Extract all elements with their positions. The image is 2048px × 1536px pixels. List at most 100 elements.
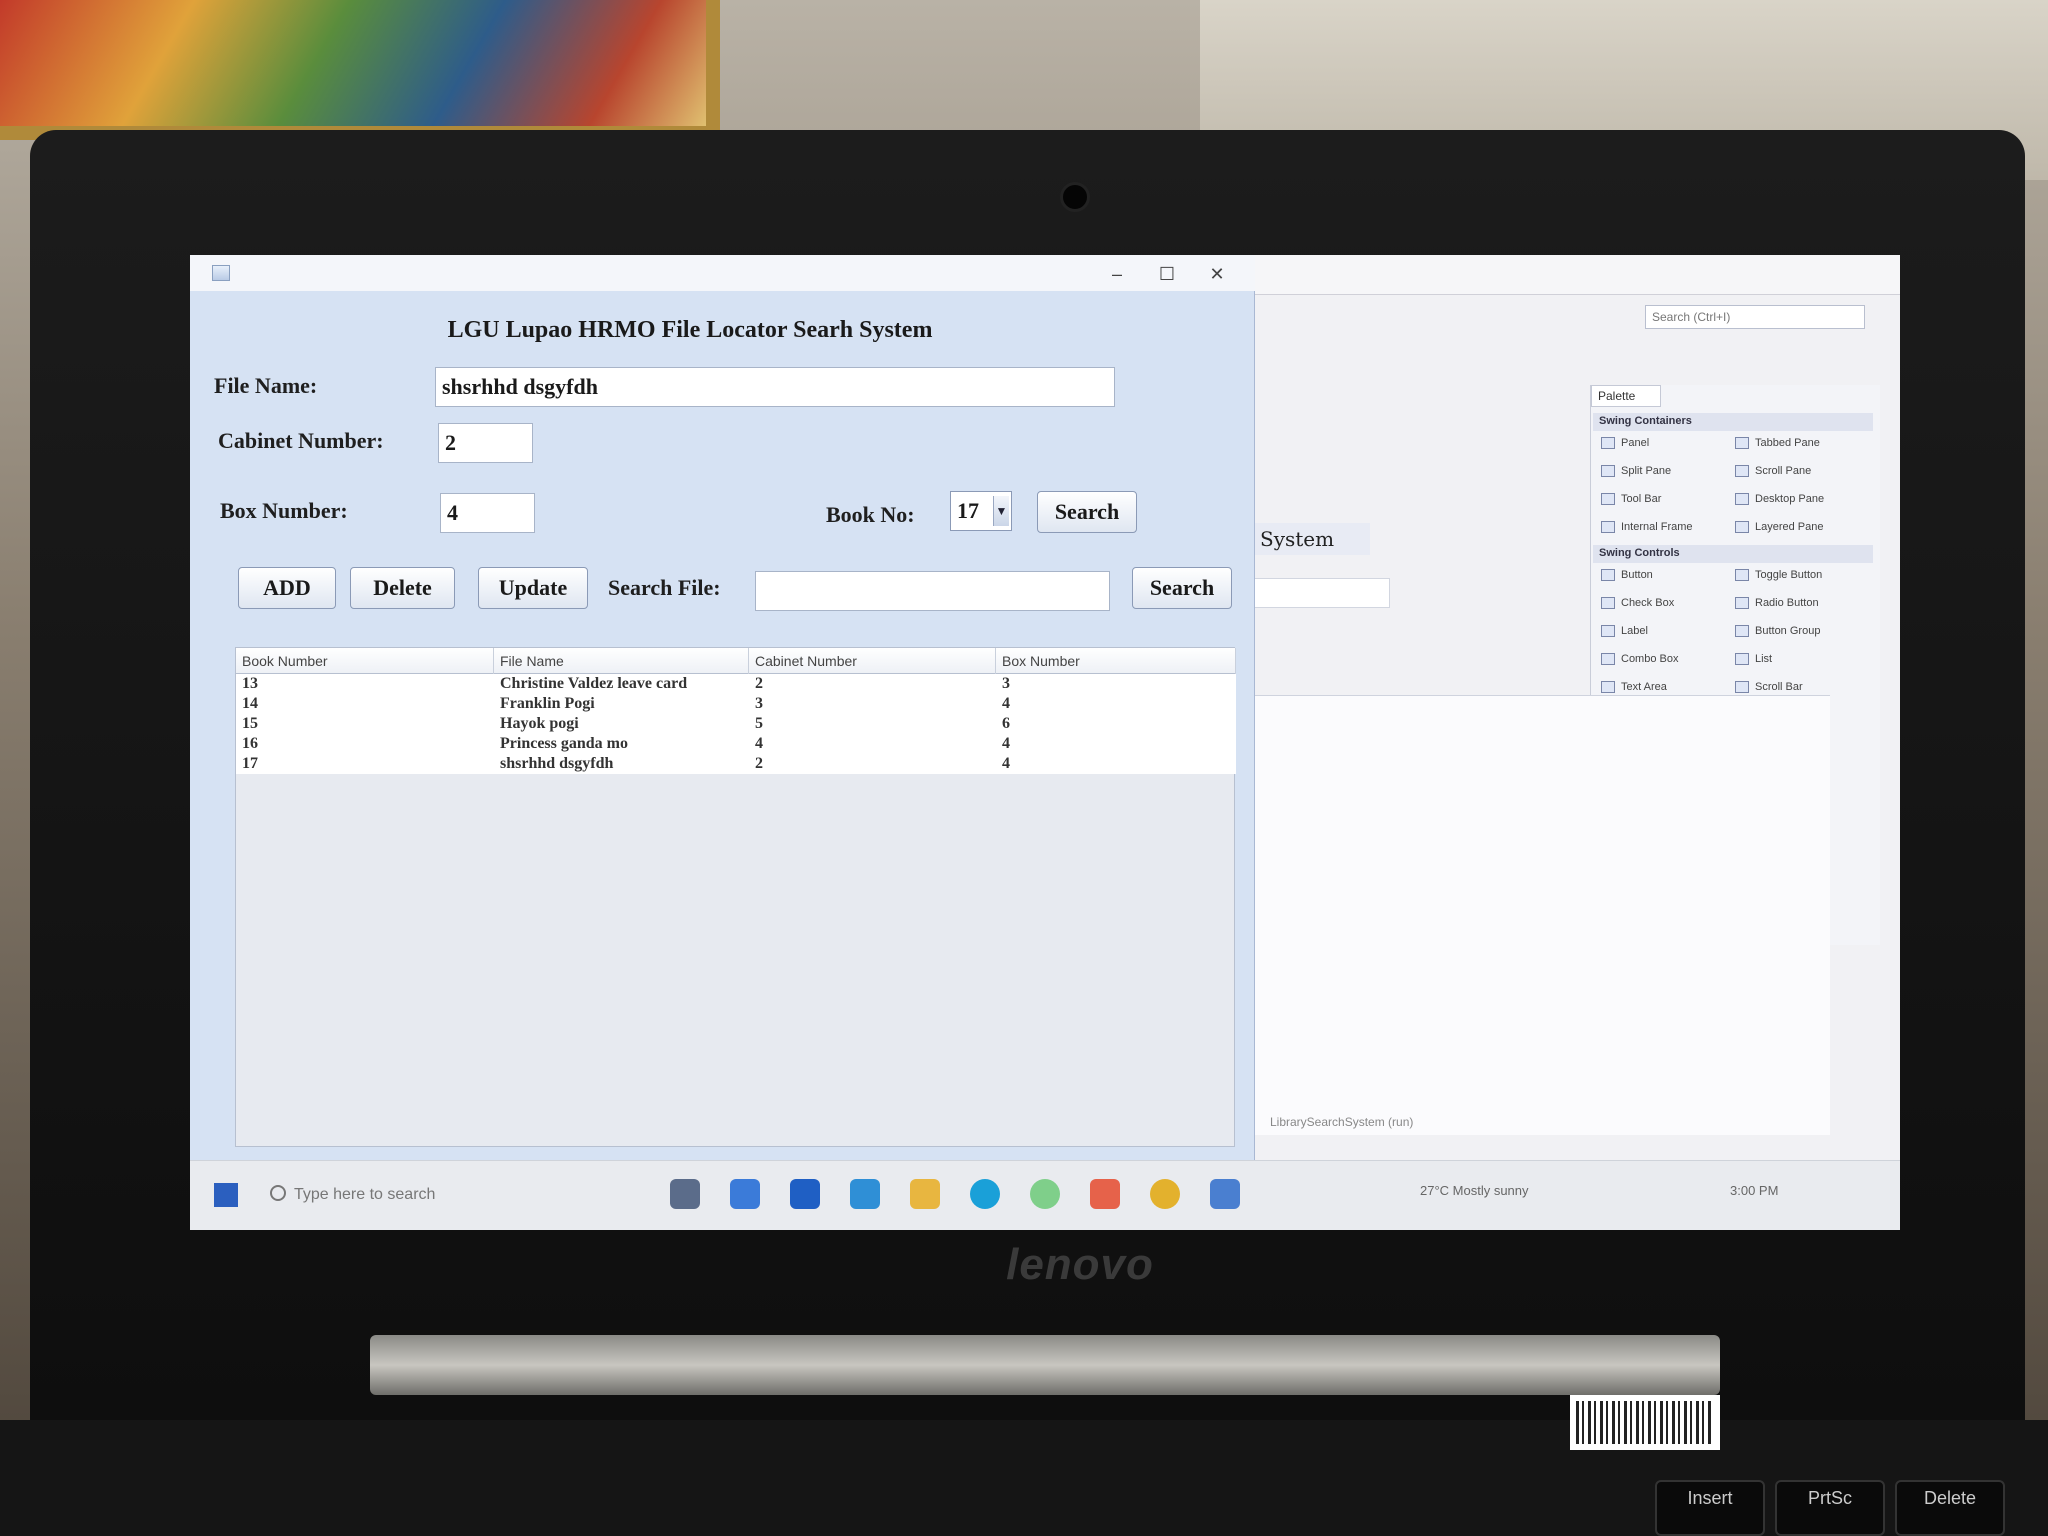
barcode-sticker xyxy=(1570,1395,1720,1450)
store-icon[interactable] xyxy=(790,1179,820,1209)
ide-design-label[interactable]: System xyxy=(1250,523,1370,555)
netbeans-icon[interactable] xyxy=(1210,1179,1240,1209)
palette-item[interactable]: Panel xyxy=(1597,435,1727,455)
files-table: Book Number File Name Cabinet Number Box… xyxy=(235,647,1236,1147)
search-file-button[interactable]: Search xyxy=(1132,567,1232,609)
chrome-icon[interactable] xyxy=(1150,1179,1180,1209)
table-row[interactable]: 16 Princess ganda mo 4 4 xyxy=(236,734,1236,754)
palette-item[interactable]: Internal Frame xyxy=(1597,519,1727,539)
palette-item[interactable]: Scroll Pane xyxy=(1731,463,1861,483)
book-no-selected: 17 xyxy=(957,498,979,523)
palette-item[interactable]: Desktop Pane xyxy=(1731,491,1861,511)
column-header[interactable]: Cabinet Number xyxy=(749,648,996,674)
book-no-dropdown[interactable]: 17 ▼ xyxy=(950,491,1012,531)
column-header[interactable]: Box Number xyxy=(996,648,1236,674)
cell-file-name: Hayok pogi xyxy=(500,715,579,732)
cell-book-number: 13 xyxy=(242,675,258,692)
taskbar-search-input[interactable]: Type here to search xyxy=(260,1179,530,1213)
add-button[interactable]: ADD xyxy=(238,567,336,609)
ide-status-text: LibrarySearchSystem (run) xyxy=(1270,1115,1414,1129)
table-row[interactable]: 14 Franklin Pogi 3 4 xyxy=(236,694,1236,714)
close-button[interactable]: ✕ xyxy=(1195,261,1239,287)
widgets-icon[interactable] xyxy=(730,1179,760,1209)
maximize-button[interactable]: ☐ xyxy=(1145,261,1189,287)
file-name-field[interactable]: shsrhhd dsgyfdh xyxy=(435,367,1115,407)
mail-icon[interactable] xyxy=(850,1179,880,1209)
palette-item[interactable]: Split Pane xyxy=(1597,463,1727,483)
book-no-label: Book No: xyxy=(826,502,915,527)
windows-start-icon[interactable] xyxy=(214,1183,238,1207)
cell-file-name: Franklin Pogi xyxy=(500,695,595,712)
cell-box-number: 4 xyxy=(1002,695,1010,712)
prtsc-key[interactable]: PrtSc xyxy=(1775,1480,1885,1536)
weather-widget[interactable]: 27°C Mostly sunny xyxy=(1420,1183,1529,1198)
palette-item[interactable]: Button Group xyxy=(1731,623,1861,643)
palette-item[interactable]: Tool Bar xyxy=(1597,491,1727,511)
webcam xyxy=(1060,182,1090,212)
whatsapp-icon[interactable] xyxy=(1030,1179,1060,1209)
table-header: Book Number File Name Cabinet Number Box… xyxy=(236,648,1236,674)
delete-key[interactable]: Delete xyxy=(1895,1480,2005,1536)
cell-file-name: Princess ganda mo xyxy=(500,735,628,752)
palette-item[interactable]: Combo Box xyxy=(1597,651,1727,671)
cabinet-number-label: Cabinet Number: xyxy=(218,428,384,453)
palette-section-containers[interactable]: Swing Containers xyxy=(1593,413,1873,431)
system-clock[interactable]: 3:00 PM xyxy=(1730,1183,1778,1198)
table-row[interactable]: 13 Christine Valdez leave card 2 3 xyxy=(236,674,1236,694)
palette-item[interactable]: Button xyxy=(1597,567,1727,587)
edge-browser-icon[interactable] xyxy=(970,1179,1000,1209)
table-row[interactable]: 17 shsrhhd dsgyfdh 2 4 xyxy=(236,754,1236,774)
table-row[interactable]: 15 Hayok pogi 5 6 xyxy=(236,714,1236,734)
cell-file-name: Christine Valdez leave card xyxy=(500,675,688,692)
cell-cabinet-number: 5 xyxy=(755,715,763,732)
palette-item[interactable]: Radio Button xyxy=(1731,595,1861,615)
cell-file-name: shsrhhd dsgyfdh xyxy=(500,755,614,772)
search-book-button[interactable]: Search xyxy=(1037,491,1137,533)
search-file-input[interactable] xyxy=(755,571,1110,611)
palette-item[interactable]: Tabbed Pane xyxy=(1731,435,1861,455)
cell-cabinet-number: 3 xyxy=(755,695,763,712)
app-title: LGU Lupao HRMO File Locator Searh System xyxy=(447,317,933,343)
column-header[interactable]: File Name xyxy=(494,648,749,674)
cell-book-number: 14 xyxy=(242,695,258,712)
file-explorer-icon[interactable] xyxy=(910,1179,940,1209)
cell-cabinet-number: 2 xyxy=(755,675,763,692)
chevron-down-icon[interactable]: ▼ xyxy=(993,496,1009,526)
file-locator-window: – ☐ ✕ LGU Lupao HRMO File Locator Searh … xyxy=(190,255,1255,1160)
cell-box-number: 6 xyxy=(1002,715,1010,732)
laptop-hinge xyxy=(370,1335,1720,1395)
insert-key[interactable]: Insert xyxy=(1655,1480,1765,1536)
cell-box-number: 4 xyxy=(1002,735,1010,752)
cell-book-number: 17 xyxy=(242,755,258,772)
delete-button[interactable]: Delete xyxy=(350,567,455,609)
palette-item[interactable]: Layered Pane xyxy=(1731,519,1861,539)
windows-taskbar: Type here to search 27°C Mostly sunny 3:… xyxy=(190,1160,1900,1230)
ide-output-panel xyxy=(1250,695,1830,1135)
laptop-screen: Search (Ctrl+I) Palette Swing Containers… xyxy=(190,255,1900,1230)
search-file-label: Search File: xyxy=(608,575,721,600)
ide-search-input[interactable]: Search (Ctrl+I) xyxy=(1645,305,1865,329)
ide-design-field[interactable] xyxy=(1250,578,1390,608)
cell-book-number: 16 xyxy=(242,735,258,752)
file-name-label: File Name: xyxy=(214,373,318,398)
update-button[interactable]: Update xyxy=(478,567,588,609)
palette-item[interactable]: Check Box xyxy=(1597,595,1727,615)
palette-item[interactable]: List xyxy=(1731,651,1861,671)
palette-item[interactable]: Label xyxy=(1597,623,1727,643)
window-titlebar: – ☐ ✕ xyxy=(190,255,1255,291)
box-number-field[interactable]: 4 xyxy=(440,493,535,533)
wall-painting xyxy=(0,0,720,140)
palette-tab[interactable]: Palette xyxy=(1591,385,1661,407)
palette-item[interactable]: Toggle Button xyxy=(1731,567,1861,587)
cell-box-number: 3 xyxy=(1002,675,1010,692)
palette-section-controls[interactable]: Swing Controls xyxy=(1593,545,1873,563)
cabinet-number-field[interactable]: 2 xyxy=(438,423,533,463)
cell-cabinet-number: 2 xyxy=(755,755,763,772)
cell-cabinet-number: 4 xyxy=(755,735,763,752)
minimize-button[interactable]: – xyxy=(1095,261,1139,287)
office-icon[interactable] xyxy=(1090,1179,1120,1209)
task-view-icon[interactable] xyxy=(670,1179,700,1209)
cell-box-number: 4 xyxy=(1002,755,1010,772)
lenovo-logo: lenovo xyxy=(1006,1240,1154,1289)
column-header[interactable]: Book Number xyxy=(236,648,494,674)
